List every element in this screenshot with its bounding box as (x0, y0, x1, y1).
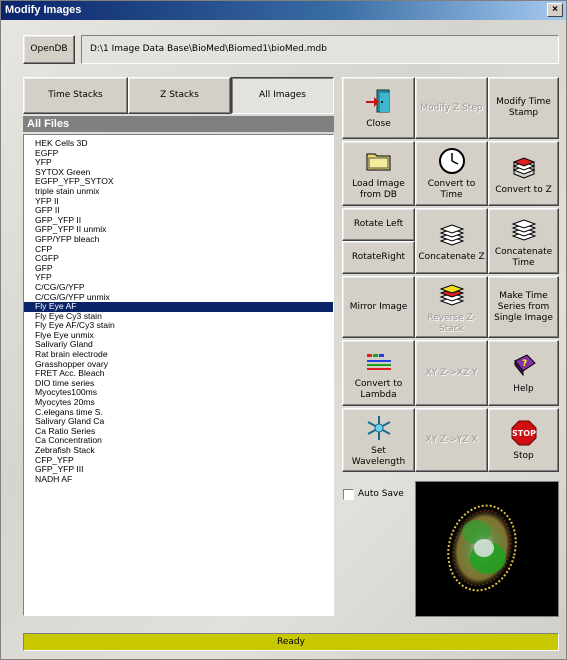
tab-z-stacks-label: Z Stacks (160, 90, 199, 100)
stack-reverse-icon (439, 283, 464, 306)
set-wavelength-label: Set Wavelength (351, 445, 406, 467)
list-item[interactable]: GFP (24, 263, 333, 274)
title-bar: Modify Images × (1, 1, 566, 20)
window-close-button[interactable]: × (547, 3, 563, 17)
stop-sign-icon: STOP (511, 420, 536, 446)
xy-z-to-yz-x-button[interactable]: XY Z->YZ X (415, 408, 488, 472)
list-item[interactable]: CGFP (24, 254, 333, 264)
image-preview (415, 481, 559, 617)
spectrum-icon (366, 353, 391, 370)
reverse-z-stack-button[interactable]: Reverse Z-Stack (415, 276, 488, 338)
concatenate-time-label: Concatenate Time (494, 246, 553, 268)
rotate-right-label: RotateRight (351, 252, 406, 262)
modify-time-stamp-label: Modify Time Stamp (496, 97, 551, 118)
tab-time-stacks-label: Time Stacks (48, 90, 103, 100)
concatenate-time-button[interactable]: Concatenate Time (488, 208, 559, 274)
clock-icon (438, 148, 465, 174)
auto-save-checkbox[interactable]: Auto Save (343, 487, 413, 501)
convert-to-lambda-button[interactable]: Convert to Lambda (342, 340, 415, 406)
make-time-series-label: Make Time Series from Single Image (494, 290, 553, 323)
modify-images-window: Modify Images × OpenDB D:\1 Image Data B… (0, 0, 567, 660)
convert-to-lambda-label: Convert to Lambda (354, 378, 403, 400)
folder-icon (366, 153, 390, 171)
stack-red-icon (512, 156, 535, 179)
help-book-icon: ? (513, 354, 536, 377)
set-wavelength-button[interactable]: Set Wavelength (342, 408, 415, 472)
list-item[interactable]: triple stain unmix (24, 186, 333, 197)
concatenate-z-label: Concatenate Z (418, 252, 485, 262)
mirror-image-label: Mirror Image (349, 301, 408, 312)
tab-z-stacks[interactable]: Z Stacks (128, 77, 231, 114)
cell-preview-image (447, 504, 517, 592)
help-button[interactable]: ? Help (488, 340, 559, 406)
reverse-z-stack-label: Reverse Z-Stack (427, 312, 476, 334)
auto-save-box[interactable] (343, 488, 354, 500)
close-button[interactable]: Close (342, 77, 415, 139)
list-item[interactable]: GFP/YFP bleach (24, 234, 333, 245)
convert-to-z-label: Convert to Z (495, 184, 552, 195)
list-item[interactable]: CFP (24, 244, 333, 255)
tab-all-images[interactable]: All Images (231, 77, 334, 114)
list-header: All Files (23, 116, 334, 132)
rotate-left-button[interactable]: Rotate Left (342, 208, 415, 241)
rotate-left-label: Rotate Left (353, 219, 404, 229)
make-time-series-button[interactable]: Make Time Series from Single Image (488, 276, 559, 338)
xy-z-to-xz-y-label: XY Z->XZ Y (425, 367, 478, 378)
file-list[interactable]: HEK Cells 3D EGFP YFP SYTOX Green EGFP_YFP_S… (23, 134, 334, 616)
door-exit-icon (365, 89, 389, 113)
snowflake-icon (367, 415, 390, 440)
stack-icon (511, 218, 536, 241)
list-item[interactable]: NADH AF (24, 474, 333, 485)
stop-button[interactable]: STOP Stop (488, 408, 559, 472)
mirror-image-button[interactable]: Mirror Image (342, 276, 415, 338)
modify-z-step-button[interactable]: Modify Z Step (415, 77, 488, 139)
open-db-label: OpenDB (30, 44, 68, 54)
auto-save-label: Auto Save (358, 489, 404, 499)
load-image-button[interactable]: Load Image from DB (342, 141, 415, 206)
convert-to-time-button[interactable]: Convert to Time (415, 141, 488, 206)
xy-z-to-xz-y-button[interactable]: XY Z->XZ Y (415, 340, 488, 406)
list-item[interactable]: YFP II (24, 196, 333, 207)
modify-z-step-label: Modify Z Step (420, 102, 483, 113)
open-db-button[interactable]: OpenDB (23, 35, 75, 64)
convert-to-z-button[interactable]: Convert to Z (488, 141, 559, 206)
stop-label: Stop (513, 451, 534, 461)
window-title: Modify Images (5, 4, 82, 16)
stack-icon (439, 224, 464, 246)
svg-text:?: ? (522, 359, 527, 369)
list-item[interactable]: HEK Cells 3D (24, 138, 333, 149)
tab-time-stacks[interactable]: Time Stacks (23, 77, 128, 114)
concatenate-z-button[interactable]: Concatenate Z (415, 208, 488, 274)
modify-time-stamp-button[interactable]: Modify Time Stamp (488, 77, 559, 139)
help-label: Help (513, 384, 534, 394)
tab-all-images-label: All Images (259, 90, 306, 100)
status-bar: Ready (23, 633, 559, 651)
database-path-field: D:\1 Image Data Base\BioMed\Biomed1\bioM… (81, 35, 559, 64)
convert-to-time-label: Convert to Time (427, 179, 476, 200)
xy-z-to-yz-x-label: XY Z->YZ X (425, 434, 478, 445)
close-button-label: Close (366, 119, 391, 129)
stop-sign-text: STOP (512, 429, 536, 438)
rotate-right-button[interactable]: RotateRight (342, 241, 415, 274)
list-item[interactable]: EGFP (24, 148, 333, 159)
load-image-label: Load Image from DB (352, 179, 405, 200)
